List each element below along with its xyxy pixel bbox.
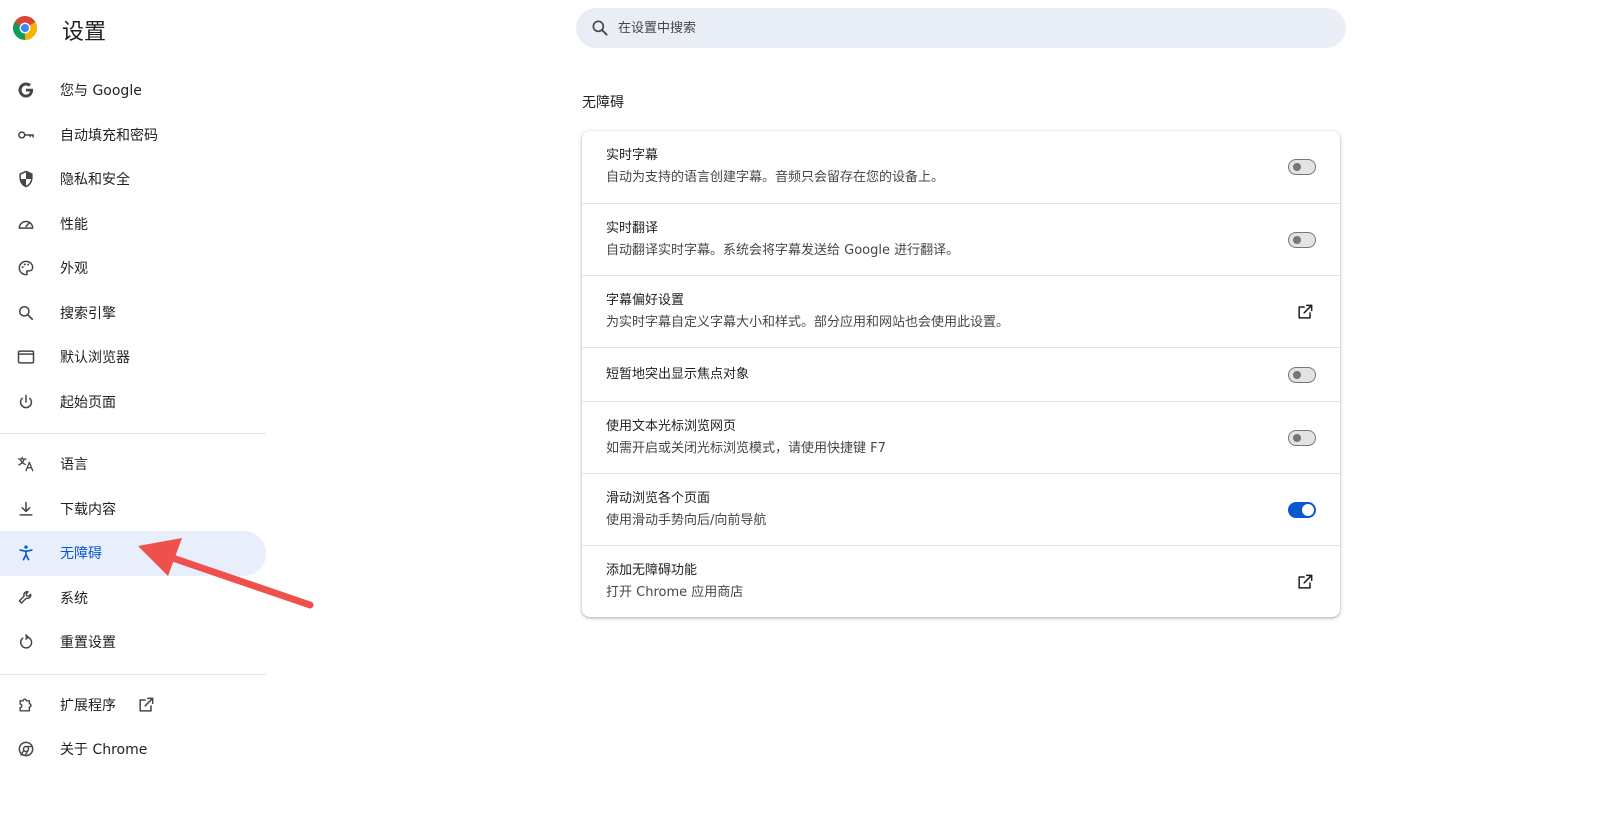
- sidebar-item-label: 关于 Chrome: [60, 742, 148, 759]
- external-link-icon: [136, 695, 156, 715]
- accessibility-icon: [16, 543, 36, 563]
- setting-row-focus-highlight[interactable]: 短暂地突出显示焦点对象: [582, 347, 1340, 401]
- setting-row-swipe-navigation[interactable]: 滑动浏览各个页面 使用滑动手势向后/向前导航: [582, 473, 1340, 545]
- sidebar-item-languages[interactable]: 语言: [0, 442, 266, 487]
- setting-title: 使用文本光标浏览网页: [606, 418, 737, 434]
- sidebar-item-label: 系统: [60, 590, 88, 607]
- live-translate-toggle[interactable]: [1288, 231, 1316, 248]
- setting-text: 实时翻译 自动翻译实时字幕。系统会将字幕发送给 Google 进行翻译。: [606, 219, 1288, 261]
- toggle-knob: [1293, 235, 1301, 244]
- setting-text: 短暂地突出显示焦点对象: [606, 365, 1288, 385]
- focus-highlight-toggle[interactable]: [1288, 366, 1316, 383]
- sidebar-item-system[interactable]: 系统: [0, 576, 266, 621]
- search-input[interactable]: [618, 20, 1318, 36]
- setting-description: 自动翻译实时字幕。系统会将字幕发送给 Google 进行翻译。: [606, 242, 960, 258]
- setting-description: 如需开启或关闭光标浏览模式，请使用快捷键 F7: [606, 440, 886, 456]
- sidebar-item-label: 重置设置: [60, 635, 116, 652]
- sidebar-item-accessibility[interactable]: 无障碍: [0, 531, 266, 576]
- sidebar-item-label: 默认浏览器: [60, 350, 130, 367]
- swipe-navigation-toggle[interactable]: [1288, 501, 1316, 518]
- wrench-icon: [16, 588, 36, 608]
- sidebar-item-search-engine[interactable]: 搜索引擎: [0, 291, 266, 336]
- sidebar-item-on-startup[interactable]: 起始页面: [0, 380, 266, 425]
- toggle-knob: [1293, 163, 1301, 171]
- sidebar-item-reset-settings[interactable]: 重置设置: [0, 620, 266, 665]
- sidebar-item-about-chrome[interactable]: 关于 Chrome: [0, 727, 266, 772]
- setting-title: 滑动浏览各个页面: [606, 490, 711, 506]
- sidebar-divider: [0, 673, 266, 675]
- sidebar-item-you-and-google[interactable]: 您与 Google: [0, 68, 266, 113]
- settings-page: 设置 您与 Google 自动填充和密码 隐私和安全: [0, 0, 1613, 828]
- sidebar-item-downloads[interactable]: 下载内容: [0, 487, 266, 532]
- external-link-icon[interactable]: [1294, 301, 1316, 323]
- puzzle-icon: [16, 695, 36, 715]
- search-icon: [592, 20, 608, 36]
- google-g-icon: [16, 80, 36, 100]
- browser-window-icon: [16, 347, 36, 367]
- sidebar-item-label: 语言: [60, 457, 88, 474]
- setting-title: 字幕偏好设置: [606, 292, 685, 308]
- setting-description: 自动为支持的语言创建字幕。音频只会留存在您的设备上。: [606, 170, 945, 185]
- sidebar: 您与 Google 自动填充和密码 隐私和安全 性能 外观 搜索引擎 默认浏览器…: [0, 68, 266, 772]
- shield-icon: [16, 169, 36, 189]
- key-icon: [16, 125, 36, 145]
- sidebar-item-label: 起始页面: [60, 394, 116, 411]
- setting-row-live-translate[interactable]: 实时翻译 自动翻译实时字幕。系统会将字幕发送给 Google 进行翻译。: [582, 203, 1340, 275]
- setting-row-live-caption[interactable]: 实时字幕 自动为支持的语言创建字幕。音频只会留存在您的设备上。: [582, 131, 1340, 203]
- sidebar-item-label: 搜索引擎: [60, 305, 116, 322]
- setting-text: 字幕偏好设置 为实时字幕自定义字幕大小和样式。部分应用和网站也会使用此设置。: [606, 291, 1294, 333]
- setting-row-caret-browsing[interactable]: 使用文本光标浏览网页 如需开启或关闭光标浏览模式，请使用快捷键 F7: [582, 401, 1340, 473]
- search-icon: [16, 303, 36, 323]
- download-icon: [16, 499, 36, 519]
- external-link-icon[interactable]: [1294, 571, 1316, 593]
- sidebar-item-autofill[interactable]: 自动填充和密码: [0, 113, 266, 158]
- palette-icon: [16, 258, 36, 278]
- accessibility-settings-card: 实时字幕 自动为支持的语言创建字幕。音频只会留存在您的设备上。 实时翻译 自动翻…: [582, 131, 1340, 617]
- sidebar-divider: [0, 433, 266, 434]
- chrome-logo-icon: [13, 16, 37, 40]
- setting-description: 打开 Chrome 应用商店: [606, 584, 744, 600]
- toggle-knob: [1293, 433, 1301, 442]
- toggle-knob: [1302, 503, 1314, 516]
- sidebar-item-label: 隐私和安全: [60, 172, 130, 189]
- setting-text: 滑动浏览各个页面 使用滑动手势向后/向前导航: [606, 489, 1288, 531]
- translate-icon: [16, 454, 36, 474]
- reset-icon: [16, 632, 36, 652]
- toggle-knob: [1293, 370, 1301, 379]
- setting-title: 实时字幕: [606, 148, 659, 163]
- caret-browsing-toggle[interactable]: [1288, 429, 1316, 446]
- sidebar-item-performance[interactable]: 性能: [0, 202, 266, 247]
- page-title: 设置: [62, 20, 107, 45]
- power-icon: [16, 392, 36, 412]
- sidebar-item-label: 性能: [60, 216, 88, 233]
- setting-text: 添加无障碍功能 打开 Chrome 应用商店: [606, 561, 1294, 603]
- sidebar-item-label: 无障碍: [60, 546, 102, 563]
- setting-text: 实时字幕 自动为支持的语言创建字幕。音频只会留存在您的设备上。: [606, 146, 1288, 188]
- sidebar-item-privacy[interactable]: 隐私和安全: [0, 157, 266, 202]
- sidebar-item-label: 扩展程序: [60, 697, 116, 714]
- setting-title: 实时翻译: [606, 220, 659, 236]
- sidebar-item-label: 自动填充和密码: [60, 127, 158, 144]
- setting-title: 短暂地突出显示焦点对象: [606, 366, 750, 382]
- sidebar-item-label: 外观: [60, 261, 88, 278]
- setting-row-caption-preferences[interactable]: 字幕偏好设置 为实时字幕自定义字幕大小和样式。部分应用和网站也会使用此设置。: [582, 275, 1340, 347]
- sidebar-item-default-browser[interactable]: 默认浏览器: [0, 335, 266, 380]
- sidebar-item-appearance[interactable]: 外观: [0, 246, 266, 291]
- chrome-outline-icon: [16, 739, 36, 759]
- live-caption-toggle[interactable]: [1288, 159, 1316, 175]
- setting-description: 使用滑动手势向后/向前导航: [606, 512, 767, 528]
- section-title: 无障碍: [582, 95, 624, 111]
- setting-title: 添加无障碍功能: [606, 562, 698, 578]
- setting-description: 为实时字幕自定义字幕大小和样式。部分应用和网站也会使用此设置。: [606, 314, 1010, 330]
- speedometer-icon: [16, 214, 36, 234]
- setting-text: 使用文本光标浏览网页 如需开启或关闭光标浏览模式，请使用快捷键 F7: [606, 417, 1288, 459]
- setting-row-add-accessibility-features[interactable]: 添加无障碍功能 打开 Chrome 应用商店: [582, 545, 1340, 617]
- sidebar-item-extensions[interactable]: 扩展程序: [0, 683, 266, 728]
- search-box[interactable]: [576, 8, 1346, 48]
- sidebar-item-label: 下载内容: [60, 501, 116, 518]
- sidebar-item-label: 您与 Google: [60, 83, 142, 100]
